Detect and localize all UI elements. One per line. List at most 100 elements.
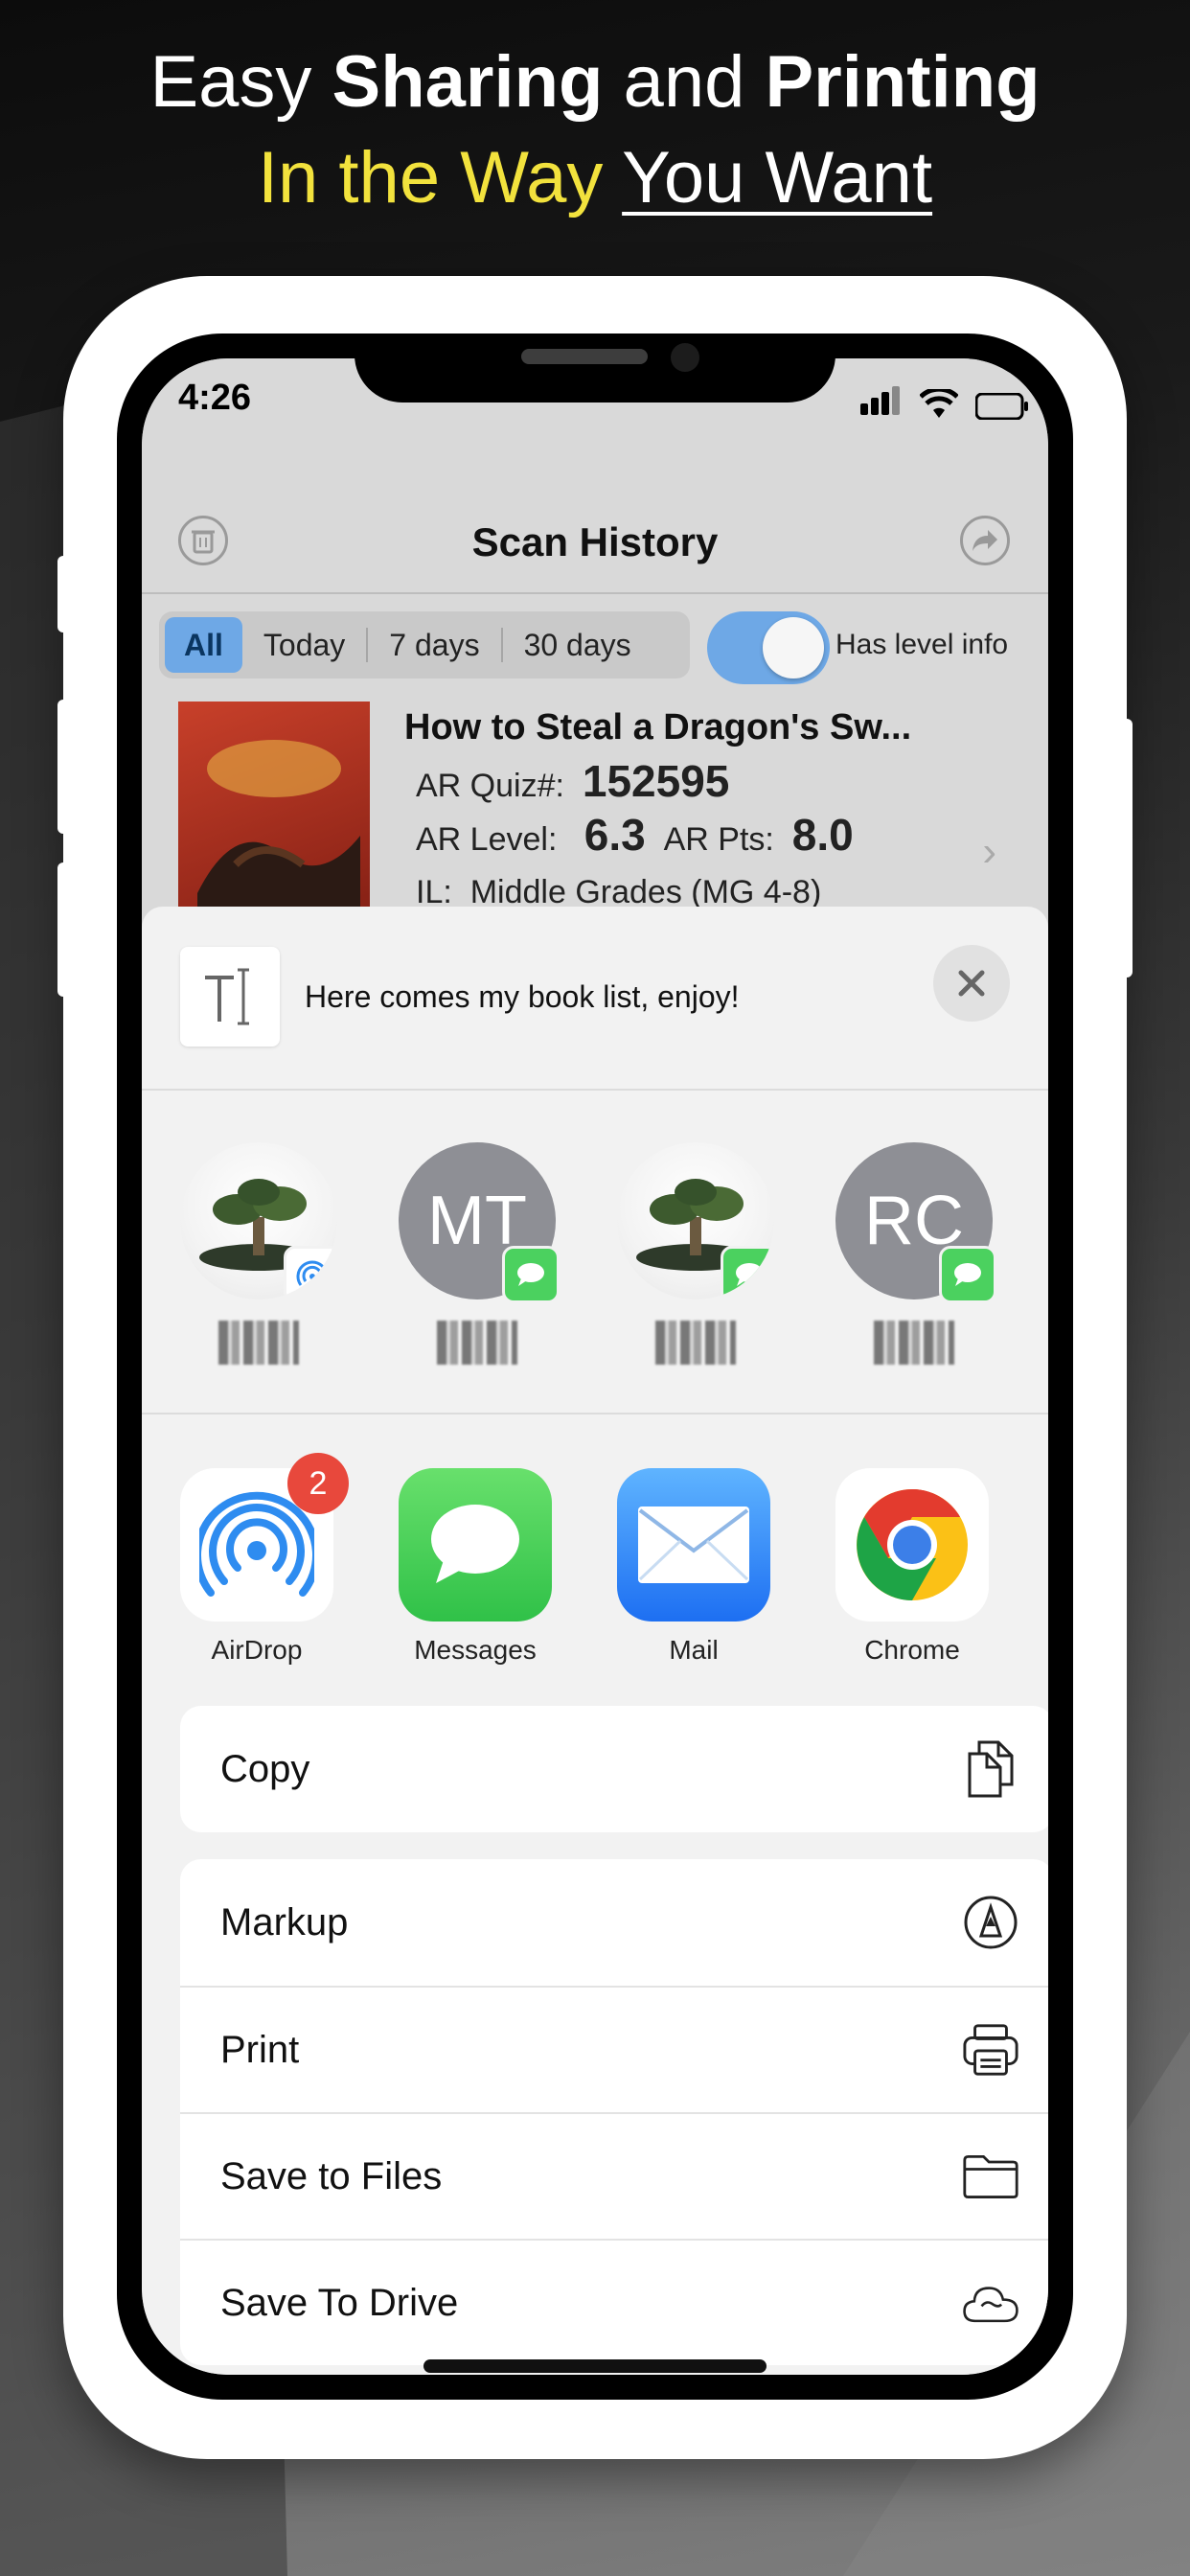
level-info-label: Has level info [835,629,1009,660]
il-value: Middle Grades (MG 4-8) [469,874,822,910]
app-label: Chrome [864,1635,960,1665]
redacted-contact-name [655,1321,736,1365]
action-group-main: Markup Print Save to Files Save To Drive [180,1859,1048,2365]
app-label: Mail [669,1635,719,1665]
date-filter-segmented-control: All Today 7 days 30 days [159,611,690,678]
close-icon [958,970,985,997]
phone-power-button [1119,719,1133,978]
airdrop-count-badge: 2 [287,1453,349,1514]
redacted-contact-name [218,1321,299,1365]
share-sheet: Here comes my book list, enjoy! MT RC 2 … [142,907,1048,2375]
action-print[interactable]: Print [180,1986,1048,2112]
ar-quiz-label: AR Quiz#: [416,768,564,804]
action-group-copy: Copy [180,1706,1048,1832]
chrome-app-icon [835,1468,989,1622]
airdrop-icon [296,1260,329,1286]
toggle-knob [763,617,824,678]
segment-7-days[interactable]: 7 days [368,617,500,673]
redacted-contact-name [437,1321,517,1365]
action-save-to-drive[interactable]: Save To Drive [180,2239,1048,2365]
messages-app-icon [399,1468,552,1622]
ar-level-row: AR Level: 6.3 AR Pts: 8.0 [416,809,854,861]
action-copy[interactable]: Copy [180,1706,1048,1832]
mail-app-icon [617,1468,770,1622]
home-indicator[interactable] [423,2359,767,2373]
front-camera [671,343,699,372]
message-bubble-icon [736,1263,763,1286]
messages-badge [502,1246,560,1303]
app-label: AirDrop [211,1635,303,1665]
app-chrome[interactable]: Chrome [835,1468,989,1666]
avatar: MT [399,1142,560,1303]
segment-today[interactable]: Today [242,617,366,673]
app-mail[interactable]: Mail [617,1468,770,1666]
headline-line-1: Easy Sharing and Printing [149,41,1041,123]
status-time: 4:26 [178,378,252,418]
share-compose-header: Here comes my book list, enjoy! [142,907,1048,1089]
signal-icon [860,386,903,420]
airdrop-badge [284,1246,337,1300]
share-apps-row: 2 AirDrop Messages Mail Chrome [142,1414,1048,1668]
person-suggestion-1[interactable] [180,1142,337,1365]
segment-all[interactable]: All [165,617,242,673]
avatar [617,1142,774,1300]
app-airdrop[interactable]: 2 AirDrop [180,1453,349,1666]
chevron-right-icon[interactable]: › [982,828,996,876]
action-label: Copy [220,1747,310,1790]
message-bubble-icon [954,1263,981,1286]
copy-icon [962,1740,1019,1798]
close-button[interactable] [933,945,1010,1022]
il-label: IL: [416,874,452,910]
ar-pts-value: 8.0 [791,810,854,860]
action-label: Save to Files [220,2154,443,2197]
action-label: Print [220,2028,300,2071]
phone-volume-up [57,700,71,834]
app-messages[interactable]: Messages [399,1468,552,1666]
messages-badge [721,1246,774,1300]
avatar: RC [835,1142,996,1303]
folder-icon [962,2148,1019,2205]
airdrop-app-icon: 2 [180,1453,349,1622]
action-label: Markup [220,1900,349,1944]
nav-title: Scan History [471,519,719,564]
battery-icon [975,393,1028,420]
ar-pts-label: AR Pts: [663,821,774,858]
print-icon [962,2021,1019,2079]
phone-volume-down [57,862,71,997]
headline-line-2: In the Way You Want [257,137,933,218]
book-title[interactable]: How to Steal a Dragon's Sw... [404,707,911,748]
action-label: Save To Drive [220,2281,459,2324]
envelope-icon [638,1506,749,1583]
wifi-icon [920,389,958,418]
segment-30-days[interactable]: 30 days [503,617,652,673]
phone-screen: 4:26 Scan History All Today 7 days 30 da… [142,358,1048,2375]
text-document-icon [180,947,280,1046]
cloud-icon [962,2274,1019,2332]
person-suggestion-3[interactable] [617,1142,774,1365]
status-icons [860,381,1029,420]
person-suggestion-2[interactable]: MT [399,1142,560,1365]
nav-separator [142,592,1048,594]
redacted-contact-name [874,1321,954,1365]
message-bubble-icon [517,1263,544,1286]
action-save-to-files[interactable]: Save to Files [180,2112,1048,2239]
action-markup[interactable]: Markup [180,1859,1048,1986]
share-arrow-icon [973,530,997,551]
phone-side-button [57,556,71,632]
ar-level-label: AR Level: [416,821,558,858]
message-bubble-icon [431,1505,519,1583]
share-button[interactable] [960,516,1010,565]
share-message[interactable]: Here comes my book list, enjoy! [305,979,740,1015]
chrome-icon [857,1489,968,1600]
app-label: Messages [414,1635,537,1665]
markup-icon [962,1894,1019,1951]
ar-quiz-row: AR Quiz#: 152595 [416,755,729,807]
avatar [180,1142,337,1300]
messages-badge [939,1246,996,1303]
people-suggestions: MT RC [142,1089,1048,1413]
level-info-toggle[interactable] [707,611,830,684]
phone-notch [355,334,835,402]
ar-quiz-value: 152595 [582,756,730,806]
person-suggestion-4[interactable]: RC [835,1142,996,1365]
ar-level-value: 6.3 [584,810,646,860]
